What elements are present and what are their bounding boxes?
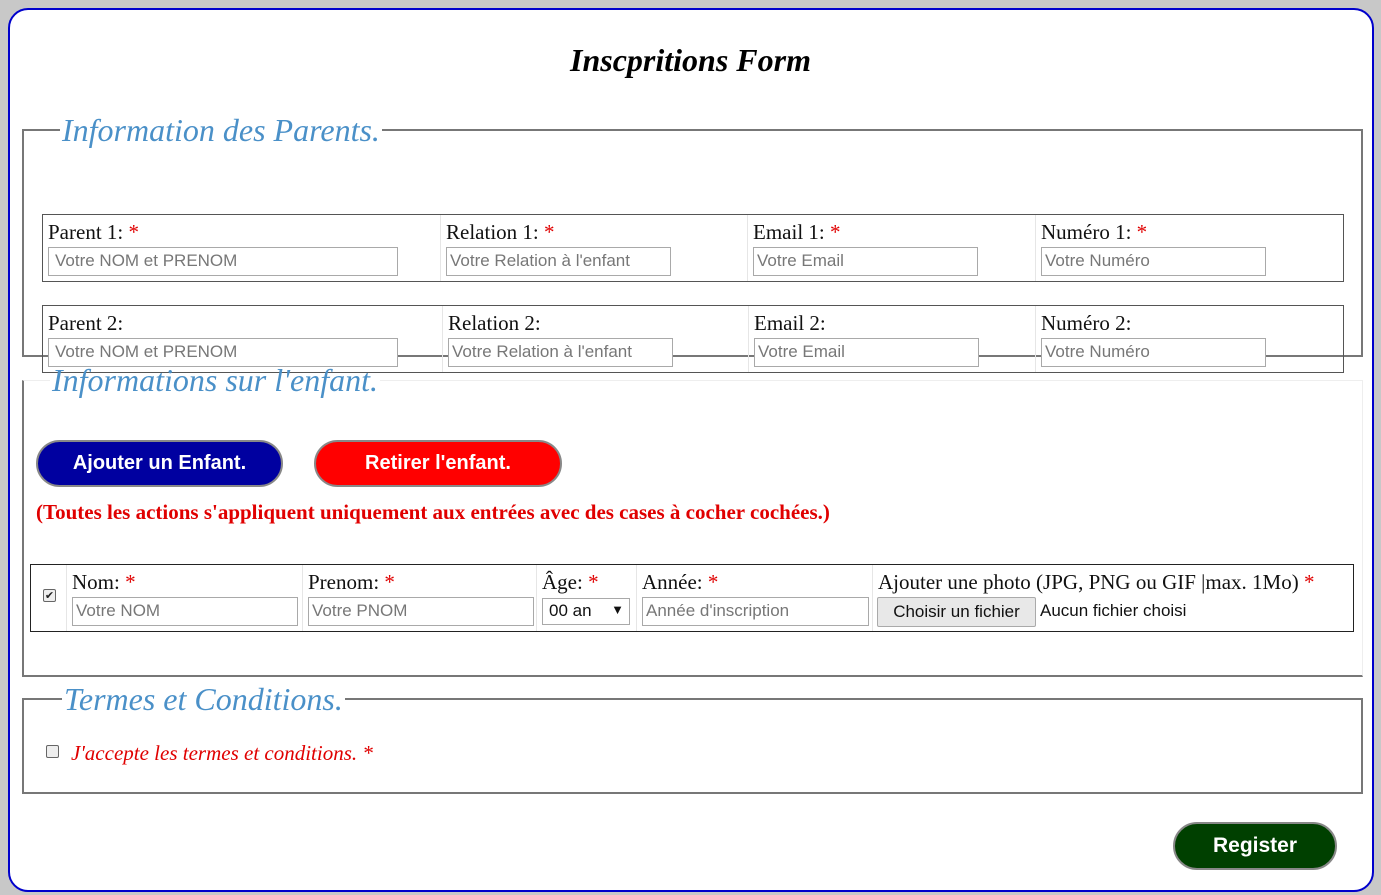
child-age-select[interactable]: 00 an ▼ [542, 598, 630, 625]
terms-legend: Termes et Conditions. [64, 681, 343, 717]
parent1-email-label: Email 1: * [753, 220, 841, 244]
child-row: ✔ Nom: * Votre NOM Prenom: * Votre PNOM … [30, 564, 1354, 632]
terms-label: J'accepte les termes et conditions. * [71, 741, 373, 765]
child-annee-cell: Année: * Année d'inscription [637, 565, 873, 631]
child-age-label: Âge: * [542, 570, 599, 594]
parents-fieldset: Information des Parents. Parent 1: * Vot… [22, 112, 1363, 373]
required-mark: * [362, 741, 373, 765]
parent2-email-label: Email 2: [754, 311, 826, 335]
required-mark: * [830, 220, 841, 244]
parent1-numero-label: Numéro 1: * [1041, 220, 1148, 244]
page-title: Inscpritions Form [570, 42, 811, 78]
parent1-relation-label: Relation 1: * [446, 220, 555, 244]
parent2-relation-label: Relation 2: [448, 311, 541, 335]
required-mark: * [128, 220, 139, 244]
parent1-name-label: Parent 1: * [48, 220, 139, 244]
add-child-button[interactable]: Ajouter un Enfant. [36, 440, 283, 487]
required-mark: * [544, 220, 555, 244]
parent1-numero-input[interactable]: Votre Numéro [1041, 247, 1266, 276]
child-photo-label: Ajouter une photo (JPG, PNG ou GIF |max.… [878, 570, 1315, 594]
parent1-email-input[interactable]: Votre Email [753, 247, 978, 276]
child-select-cell: ✔ [31, 565, 67, 631]
required-mark: * [1303, 570, 1315, 594]
register-button[interactable]: Register [1173, 822, 1337, 870]
parent1-relation-input[interactable]: Votre Relation à l'enfant [446, 247, 671, 276]
parent1-relation-cell: Relation 1: * Votre Relation à l'enfant [441, 215, 748, 281]
parent2-name-label: Parent 2: [48, 311, 124, 335]
required-mark: * [1136, 220, 1148, 244]
child-annee-label: Année: * [642, 570, 719, 594]
child-prenom-cell: Prenom: * Votre PNOM [303, 565, 537, 631]
parent1-numero-cell: Numéro 1: * Votre Numéro [1036, 215, 1343, 281]
child-select-checkbox[interactable]: ✔ [43, 589, 56, 602]
child-age-cell: Âge: * 00 an ▼ [537, 565, 637, 631]
terms-fieldset: Termes et Conditions. [22, 681, 1363, 794]
children-legend: Informations sur l'enfant. [52, 362, 378, 398]
parents-legend: Information des Parents. [62, 112, 380, 148]
parent1-name-input[interactable]: Votre NOM et PRENOM [48, 247, 398, 276]
child-nom-label: Nom: * [72, 570, 136, 594]
child-age-value: 00 an [549, 601, 592, 620]
file-status: Aucun fichier choisi [1040, 601, 1187, 620]
child-nom-cell: Nom: * Votre NOM [67, 565, 303, 631]
dropdown-arrow-icon: ▼ [611, 602, 624, 617]
child-nom-input[interactable]: Votre NOM [72, 597, 298, 626]
required-mark: * [384, 570, 395, 594]
required-mark: * [588, 570, 599, 594]
required-mark: * [707, 570, 719, 594]
child-prenom-input[interactable]: Votre PNOM [308, 597, 534, 626]
child-photo-cell: Ajouter une photo (JPG, PNG ou GIF |max.… [873, 565, 1353, 631]
selection-notice: (Toutes les actions s'appliquent uniquem… [36, 500, 830, 524]
parent2-numero-label: Numéro 2: [1041, 311, 1132, 335]
terms-checkbox[interactable] [46, 745, 59, 758]
required-mark: * [125, 570, 136, 594]
remove-child-button[interactable]: Retirer l'enfant. [314, 440, 562, 487]
choose-file-button[interactable]: Choisir un fichier [877, 597, 1036, 627]
parent-row-1: Parent 1: * Votre NOM et PRENOM Relation… [42, 214, 1344, 282]
parent1-email-cell: Email 1: * Votre Email [748, 215, 1036, 281]
child-prenom-label: Prenom: * [308, 570, 395, 594]
parent1-name-cell: Parent 1: * Votre NOM et PRENOM [43, 215, 441, 281]
child-annee-input[interactable]: Année d'inscription [642, 597, 869, 626]
